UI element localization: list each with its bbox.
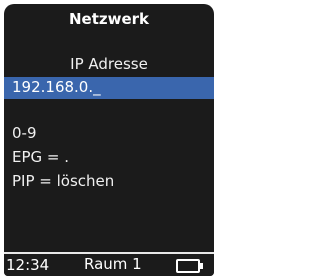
hint-epg-dot: EPG = . bbox=[12, 148, 70, 166]
display-screen: Netzwerk IP Adresse 192.168.0._ 0-9 EPG … bbox=[4, 4, 214, 276]
field-label: IP Adresse bbox=[70, 55, 148, 73]
battery-icon bbox=[176, 259, 203, 273]
clock-time: 12:34 bbox=[6, 256, 50, 274]
page-title: Netzwerk bbox=[68, 10, 150, 28]
device-frame: Netzwerk IP Adresse 192.168.0._ 0-9 EPG … bbox=[4, 0, 214, 279]
hint-pip-delete: PIP = löschen bbox=[12, 172, 115, 190]
hint-digits: 0-9 bbox=[12, 124, 37, 142]
ip-address-input[interactable]: 192.168.0._ bbox=[12, 78, 202, 98]
ip-address-row[interactable]: 192.168.0._ bbox=[4, 77, 214, 99]
status-bar: 12:34 Raum 1 bbox=[4, 252, 214, 276]
room-label: Raum 1 bbox=[84, 255, 142, 273]
